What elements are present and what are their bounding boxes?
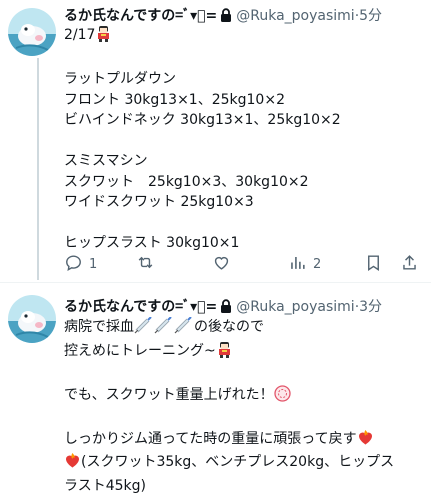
fire-heart-emoji (357, 429, 374, 453)
avatar[interactable] (8, 295, 56, 343)
tweet-line: ワイドスクワット 25kg10×3 (64, 194, 254, 210)
tweet-line: ラットプルダウン (64, 71, 176, 87)
views-button[interactable]: 2 (288, 252, 321, 276)
share-button[interactable] (400, 252, 419, 276)
tweet[interactable]: るか氏なんですの=ﾞ▾ﾞ= @Ruka_poyasimi·3分 病院で採血 の後なの… (0, 282, 431, 494)
views-icon (288, 253, 307, 276)
like-icon (212, 253, 231, 276)
timestamp[interactable]: 3分 (359, 299, 382, 315)
author-name[interactable]: るか氏なんですの=ﾞ▾ﾞ= (64, 299, 217, 315)
repost-icon (136, 253, 155, 276)
reply-button[interactable]: 1 (64, 252, 97, 276)
share-icon (400, 253, 419, 276)
mascot-emoji (216, 341, 233, 365)
tweet-line: (スクワット35kg、ベンチプレス20kg、ヒップス (81, 454, 395, 470)
tweet-line: しっかりジム通ってた時の重量に頑張って戻す (64, 430, 357, 447)
author-handle[interactable]: @Ruka_poyasimi (236, 8, 354, 24)
tweet-line: フロント 30kg13×1、25kg10×2 (64, 91, 285, 108)
reply-count: 1 (89, 256, 98, 272)
tweet-actions: 1 2 (64, 252, 423, 276)
syringe-emoji (134, 316, 154, 341)
repost-button[interactable] (136, 252, 155, 276)
syringe-emoji (154, 316, 174, 341)
tweet-line: 病院で採血 (64, 319, 134, 335)
mascot-emoji (95, 25, 112, 49)
bookmark-icon (364, 253, 383, 276)
tweet-header: るか氏なんですの=ﾞ▾ﾞ= @Ruka_poyasimi·5分 (64, 6, 427, 26)
timestamp[interactable]: 5分 (359, 8, 382, 24)
syringe-emoji (174, 316, 194, 341)
lock-icon (220, 299, 232, 317)
tweet-line: ビハインドネック 30kg13×1、25kg10×2 (64, 112, 341, 128)
tweet-text: 病院で採血 の後なので 控えめにトレーニング~ でも、スクワット重量上げれた！ し… (64, 316, 421, 496)
tweet-text: 2/17 ラットプルダウン フロント 30kg13×1、25kg10×2 ビハイ… (64, 25, 421, 254)
avatar[interactable] (8, 8, 56, 56)
tweet-line: ヒップスラスト 30kg10×1 (64, 235, 240, 251)
tweet-line: でも、スクワット重量上げれた！ (64, 386, 274, 403)
reply-icon (64, 253, 83, 276)
author-name[interactable]: るか氏なんですの=ﾞ▾ﾞ= (64, 8, 217, 24)
tweet-line: 2/17 (64, 27, 96, 43)
bookmark-button[interactable] (364, 252, 383, 276)
fire-heart-emoji (64, 452, 81, 476)
fitness-stamp-emoji (273, 384, 291, 409)
tweet-header: るか氏なんですの=ﾞ▾ﾞ= @Ruka_poyasimi·3分 (64, 297, 427, 317)
tweet[interactable]: るか氏なんですの=ﾞ▾ﾞ= @Ruka_poyasimi·5分 2/17 ラットプ… (0, 0, 431, 282)
lock-icon (220, 8, 232, 26)
views-count: 2 (313, 256, 322, 272)
author-handle[interactable]: @Ruka_poyasimi (236, 299, 354, 315)
tweet-line: スクワット 25kg10×3、30kg10×2 (64, 173, 309, 190)
tweet-line: スミスマシン (64, 153, 148, 169)
tweet-line: 控えめにトレーニング~ (64, 342, 216, 359)
tweet-line-suffix: の後なので (194, 319, 264, 335)
like-button[interactable] (212, 252, 231, 276)
